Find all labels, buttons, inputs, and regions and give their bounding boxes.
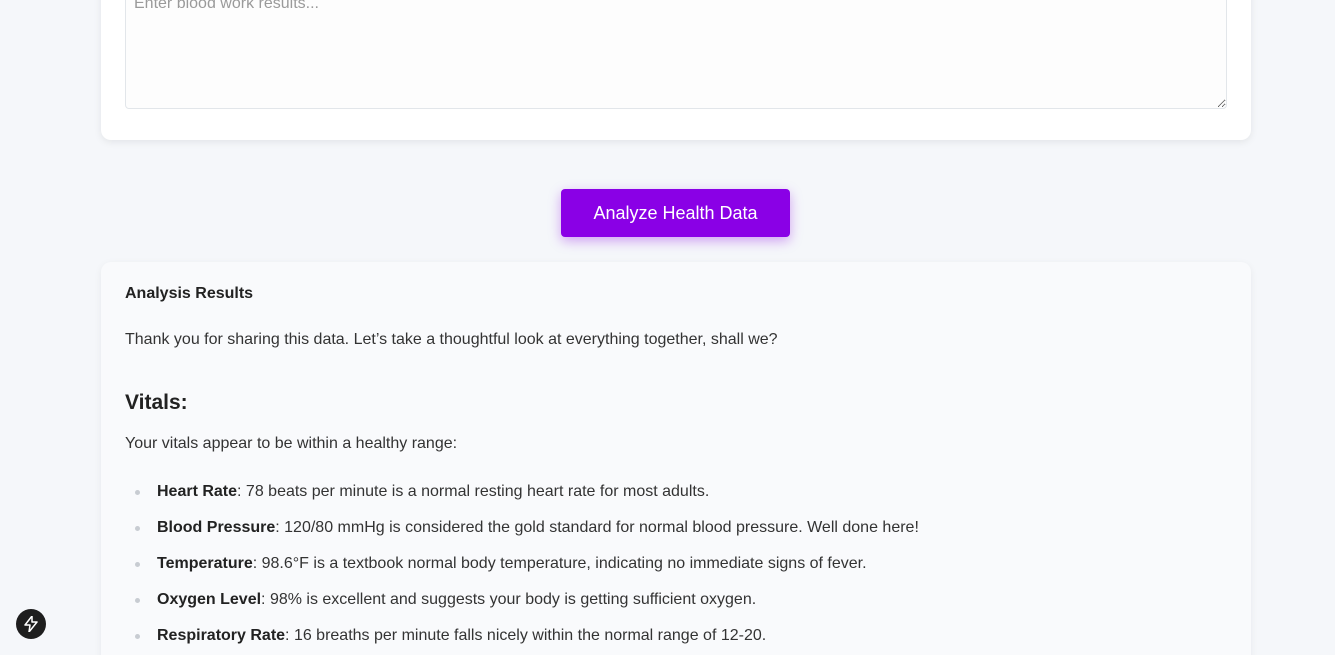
list-item: Heart Rate: 78 beats per minute is a nor… <box>125 482 919 518</box>
bullet-icon <box>135 526 140 531</box>
list-item: Temperature: 98.6°F is a textbook normal… <box>125 554 919 590</box>
vital-name: Respiratory Rate <box>157 627 286 644</box>
list-item: Oxygen Level: 98% is excellent and sugge… <box>125 590 919 626</box>
vitals-list: Heart Rate: 78 beats per minute is a nor… <box>125 482 919 655</box>
vital-text: : 16 breaths per minute falls nicely wit… <box>285 627 767 644</box>
vital-text: : 120/80 mmHg is considered the gold sta… <box>275 519 919 536</box>
vital-name: Oxygen Level <box>157 591 262 608</box>
vital-name: Blood Pressure <box>157 519 276 536</box>
vitals-intro: Your vitals appear to be within a health… <box>125 435 458 452</box>
analysis-results-card: Analysis Results Thank you for sharing t… <box>101 262 1251 655</box>
bullet-icon <box>135 562 140 567</box>
page: Analyze Health Data Analysis Results Tha… <box>0 0 1335 655</box>
vital-text: : 78 beats per minute is a normal restin… <box>237 483 710 500</box>
vital-name: Temperature <box>157 555 253 572</box>
list-item: Respiratory Rate: 16 breaths per minute … <box>125 626 919 655</box>
analyze-health-data-button[interactable]: Analyze Health Data <box>561 189 790 237</box>
list-item: Blood Pressure: 120/80 mmHg is considere… <box>125 518 919 554</box>
floating-action-button[interactable] <box>16 609 46 639</box>
bullet-icon <box>135 634 140 639</box>
lightning-bolt-icon <box>24 616 38 632</box>
bullet-icon <box>135 490 140 495</box>
results-intro: Thank you for sharing this data. Let’s t… <box>125 331 778 348</box>
vitals-heading: Vitals: <box>125 391 188 414</box>
vital-text: : 98.6°F is a textbook normal body tempe… <box>252 555 867 572</box>
results-title: Analysis Results <box>125 285 254 302</box>
bullet-icon <box>135 598 140 603</box>
vital-text: : 98% is excellent and suggests your bod… <box>261 591 757 608</box>
bloodwork-card <box>101 0 1251 140</box>
vital-name: Heart Rate <box>157 483 238 500</box>
bloodwork-textarea[interactable] <box>125 0 1227 109</box>
